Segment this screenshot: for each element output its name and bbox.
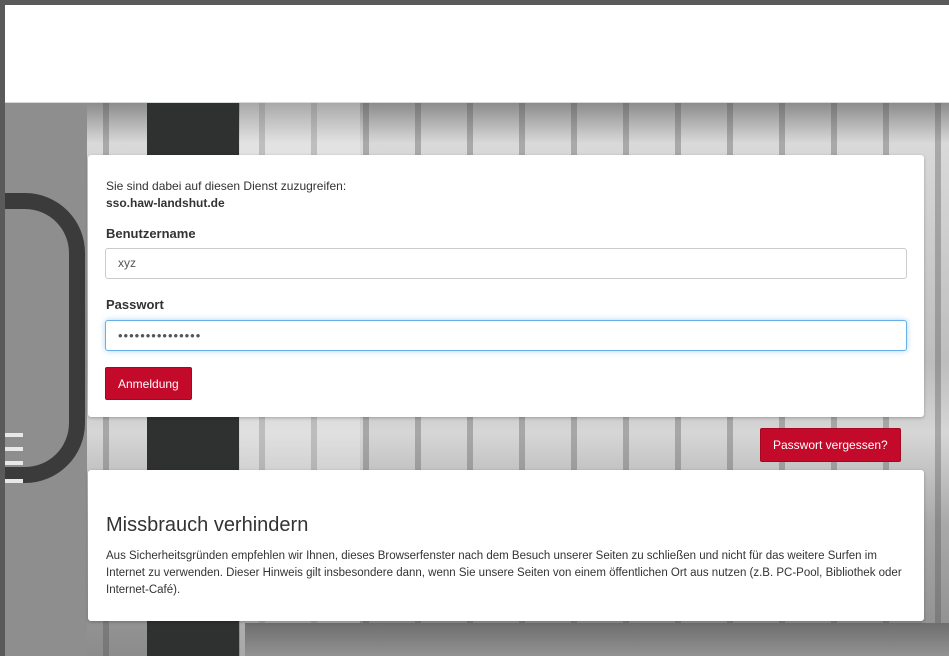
header-bar: [5, 5, 949, 103]
username-label: Benutzername: [106, 226, 196, 241]
background-mark: [5, 461, 23, 465]
background-arch: [5, 193, 85, 483]
login-button[interactable]: Anmeldung: [105, 367, 192, 400]
password-input[interactable]: •••••••••••••••: [105, 320, 907, 351]
info-title: Missbrauch verhindern: [106, 514, 309, 536]
password-label: Passwort: [106, 297, 164, 312]
browser-viewport: Sie sind dabei auf diesen Dienst zuzugre…: [0, 0, 949, 656]
service-intro-text: Sie sind dabei auf diesen Dienst zuzugre…: [106, 179, 347, 193]
background-mark: [5, 479, 23, 483]
service-name: sso.haw-landshut.de: [106, 196, 225, 210]
forgot-password-button[interactable]: Passwort vergessen?: [760, 428, 901, 462]
info-text: Aus Sicherheitsgründen empfehlen wir Ihn…: [106, 550, 902, 596]
background-mark: [5, 433, 23, 437]
login-card: Sie sind dabei auf diesen Dienst zuzugre…: [88, 155, 924, 417]
background-mark: [5, 447, 23, 451]
info-card: Missbrauch verhindern Aus Sicherheitsgrü…: [88, 470, 924, 621]
background-seats: [245, 623, 949, 656]
username-input[interactable]: xyz: [105, 248, 907, 279]
